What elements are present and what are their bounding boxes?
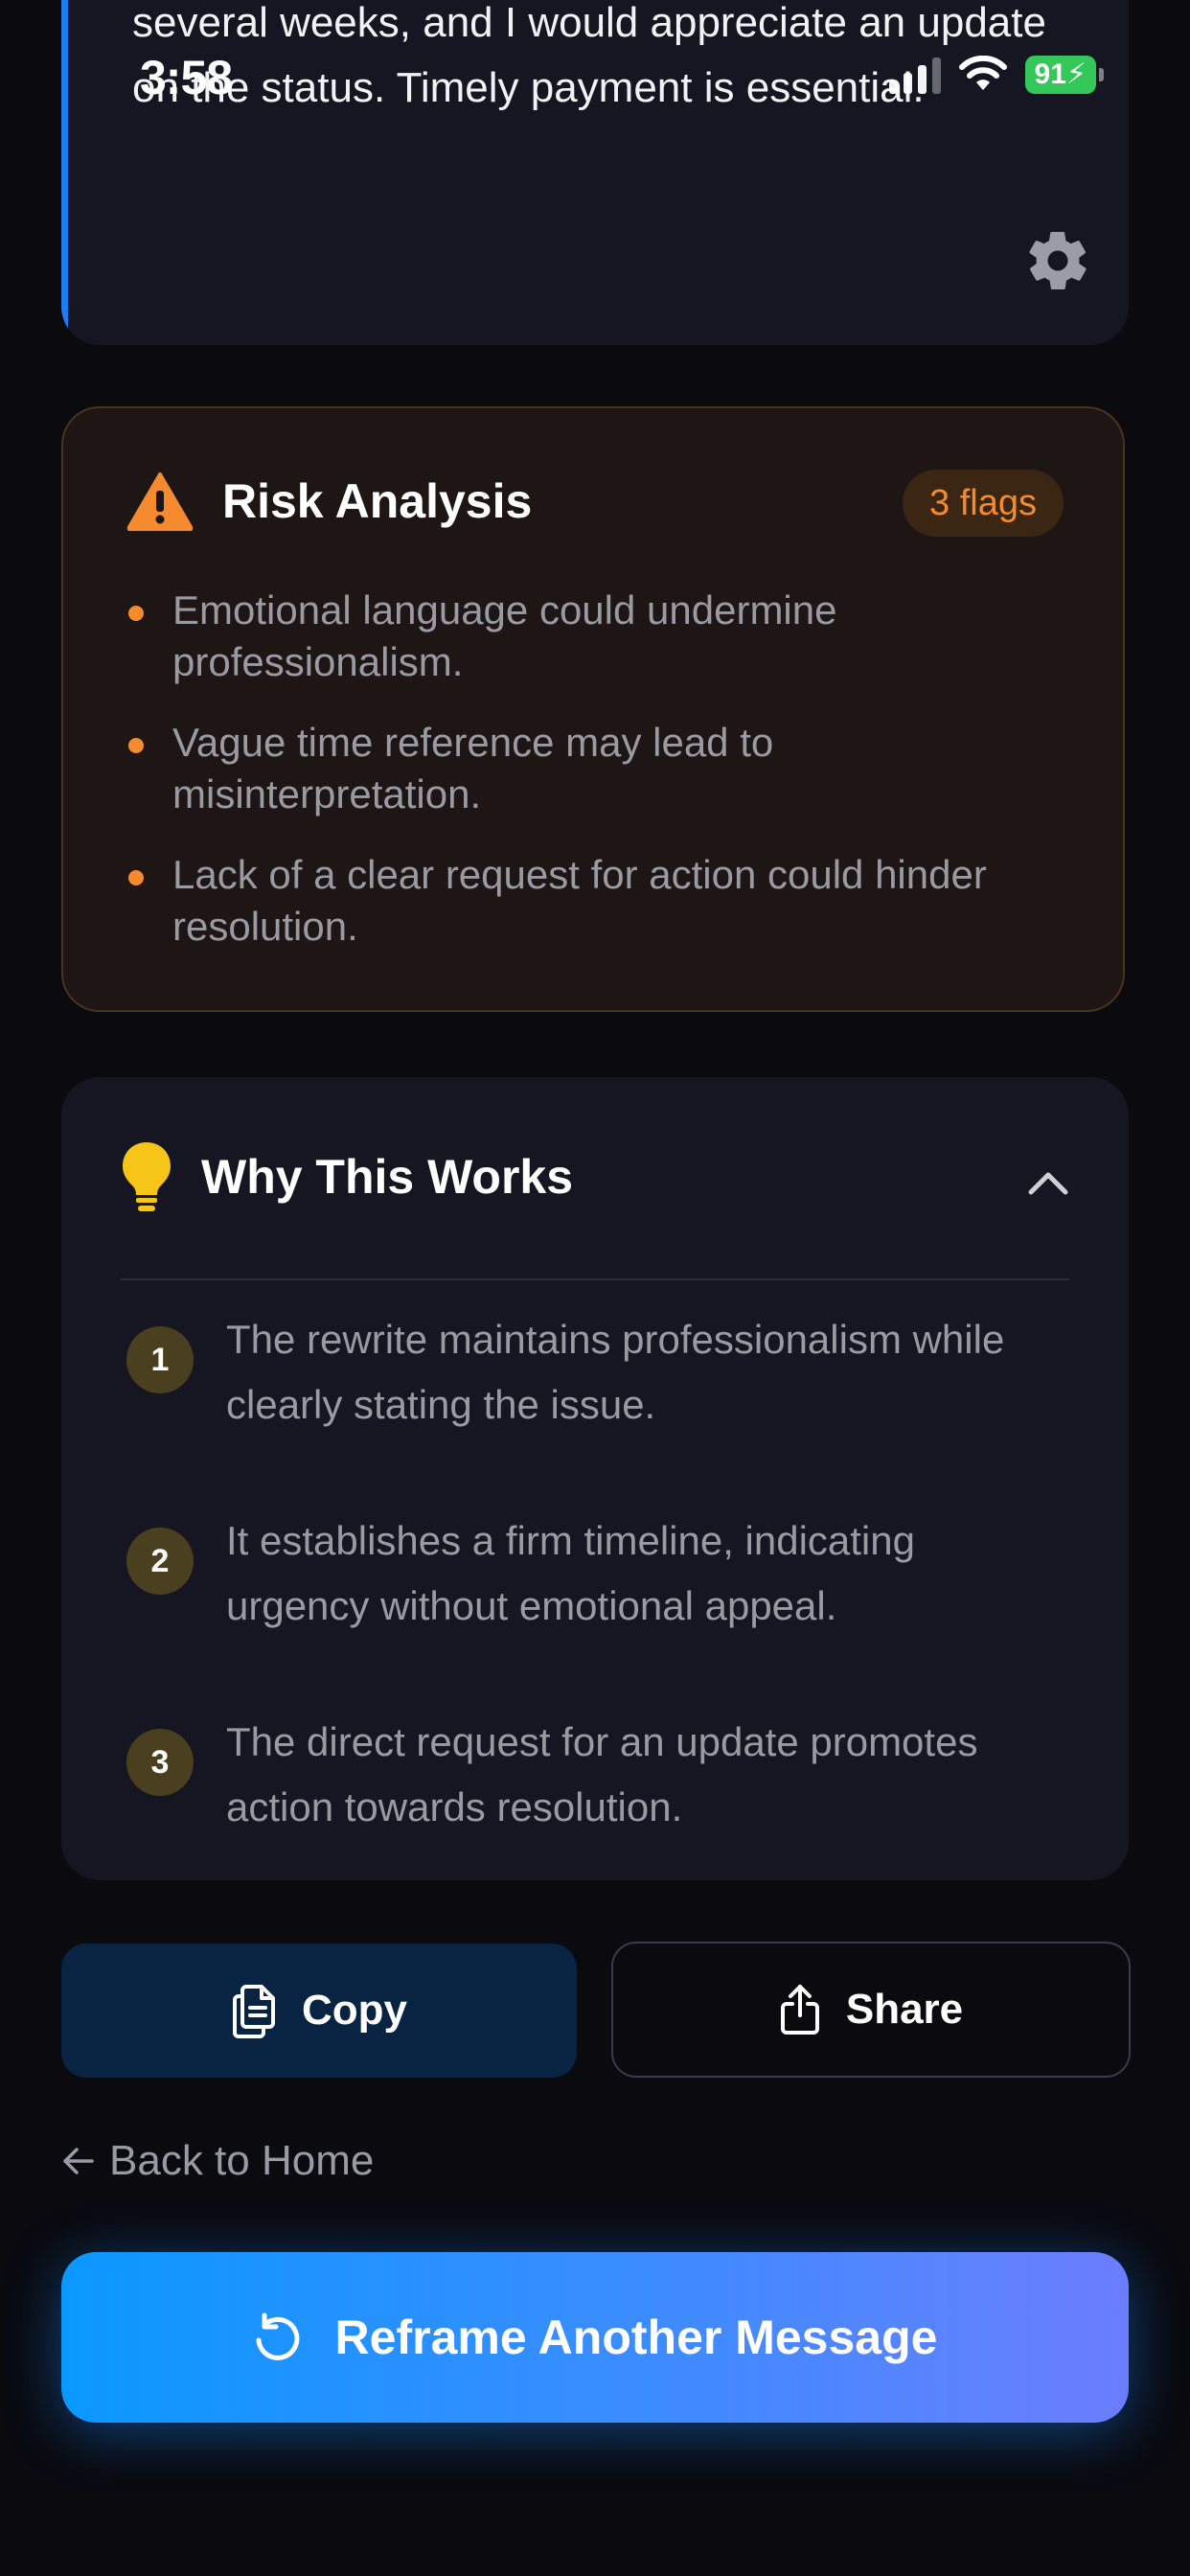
status-icons: 91⚡ <box>888 56 1104 94</box>
step-number: 2 <box>126 1528 194 1595</box>
reason-text: The direct request for an update promote… <box>226 1719 978 1829</box>
list-item: 3 The direct request for an update promo… <box>121 1710 1069 1911</box>
list-item: Lack of a clear request for action could… <box>123 849 1042 953</box>
step-number: 1 <box>126 1326 194 1393</box>
risk-analysis-header: Risk Analysis <box>126 472 532 531</box>
risk-analysis-title: Risk Analysis <box>222 474 533 528</box>
why-this-works-title: Why This Works <box>201 1150 574 1204</box>
screen: 3:58 91⚡ several weeks, and I would appr… <box>0 0 1190 2576</box>
bullet-dot <box>128 606 144 621</box>
battery-icon: 91⚡ <box>1024 56 1104 94</box>
status-time: 3:58 <box>140 51 233 104</box>
reframe-button-label: Reframe Another Message <box>334 2311 938 2364</box>
reason-text: It establishes a firm timeline, indicati… <box>226 1518 915 1628</box>
share-button[interactable]: Share <box>611 1942 1131 2078</box>
why-this-works-card: Why This Works 1 The rewrite maintains p… <box>61 1077 1129 1880</box>
cellular-signal-icon <box>888 56 941 94</box>
flags-badge: 3 flags <box>903 470 1064 537</box>
list-item: Vague time reference may lead to misinte… <box>123 717 1042 820</box>
risk-list: Emotional language could undermine profe… <box>123 585 1042 981</box>
reasons-list: 1 The rewrite maintains professionalism … <box>121 1307 1069 1911</box>
list-item: Emotional language could undermine profe… <box>123 585 1042 688</box>
risk-analysis-card: Risk Analysis 3 flags Emotional language… <box>61 406 1125 1012</box>
copy-button-label: Copy <box>302 1987 407 2034</box>
warning-icon <box>126 472 194 531</box>
back-to-home-link[interactable]: Back to Home <box>61 2137 374 2185</box>
gear-icon[interactable] <box>1023 226 1092 295</box>
share-button-label: Share <box>845 1986 964 2033</box>
reframe-another-message-button[interactable]: Reframe Another Message <box>61 2252 1129 2423</box>
arrow-left-icon <box>63 2148 94 2174</box>
list-item: 1 The rewrite maintains professionalism … <box>121 1307 1069 1508</box>
battery-level: 91 <box>1034 58 1066 90</box>
status-bar: 3:58 91⚡ <box>0 0 1190 134</box>
divider <box>121 1278 1069 1280</box>
wifi-icon <box>958 56 1007 90</box>
step-number: 3 <box>126 1729 194 1796</box>
copy-button[interactable]: Copy <box>61 1944 577 2078</box>
lightbulb-icon <box>123 1142 171 1211</box>
reason-text: The rewrite maintains professionalism wh… <box>226 1317 1005 1427</box>
share-icon <box>780 1985 819 2035</box>
copy-icon <box>233 1985 275 2038</box>
bullet-dot <box>128 870 144 886</box>
refresh-icon <box>256 2312 299 2360</box>
bullet-dot <box>128 738 144 753</box>
chevron-up-icon[interactable] <box>1027 1169 1069 1196</box>
back-to-home-label: Back to Home <box>109 2137 375 2184</box>
why-this-works-header[interactable]: Why This Works <box>119 1140 573 1213</box>
list-item: 2 It establishes a firm timeline, indica… <box>121 1508 1069 1710</box>
